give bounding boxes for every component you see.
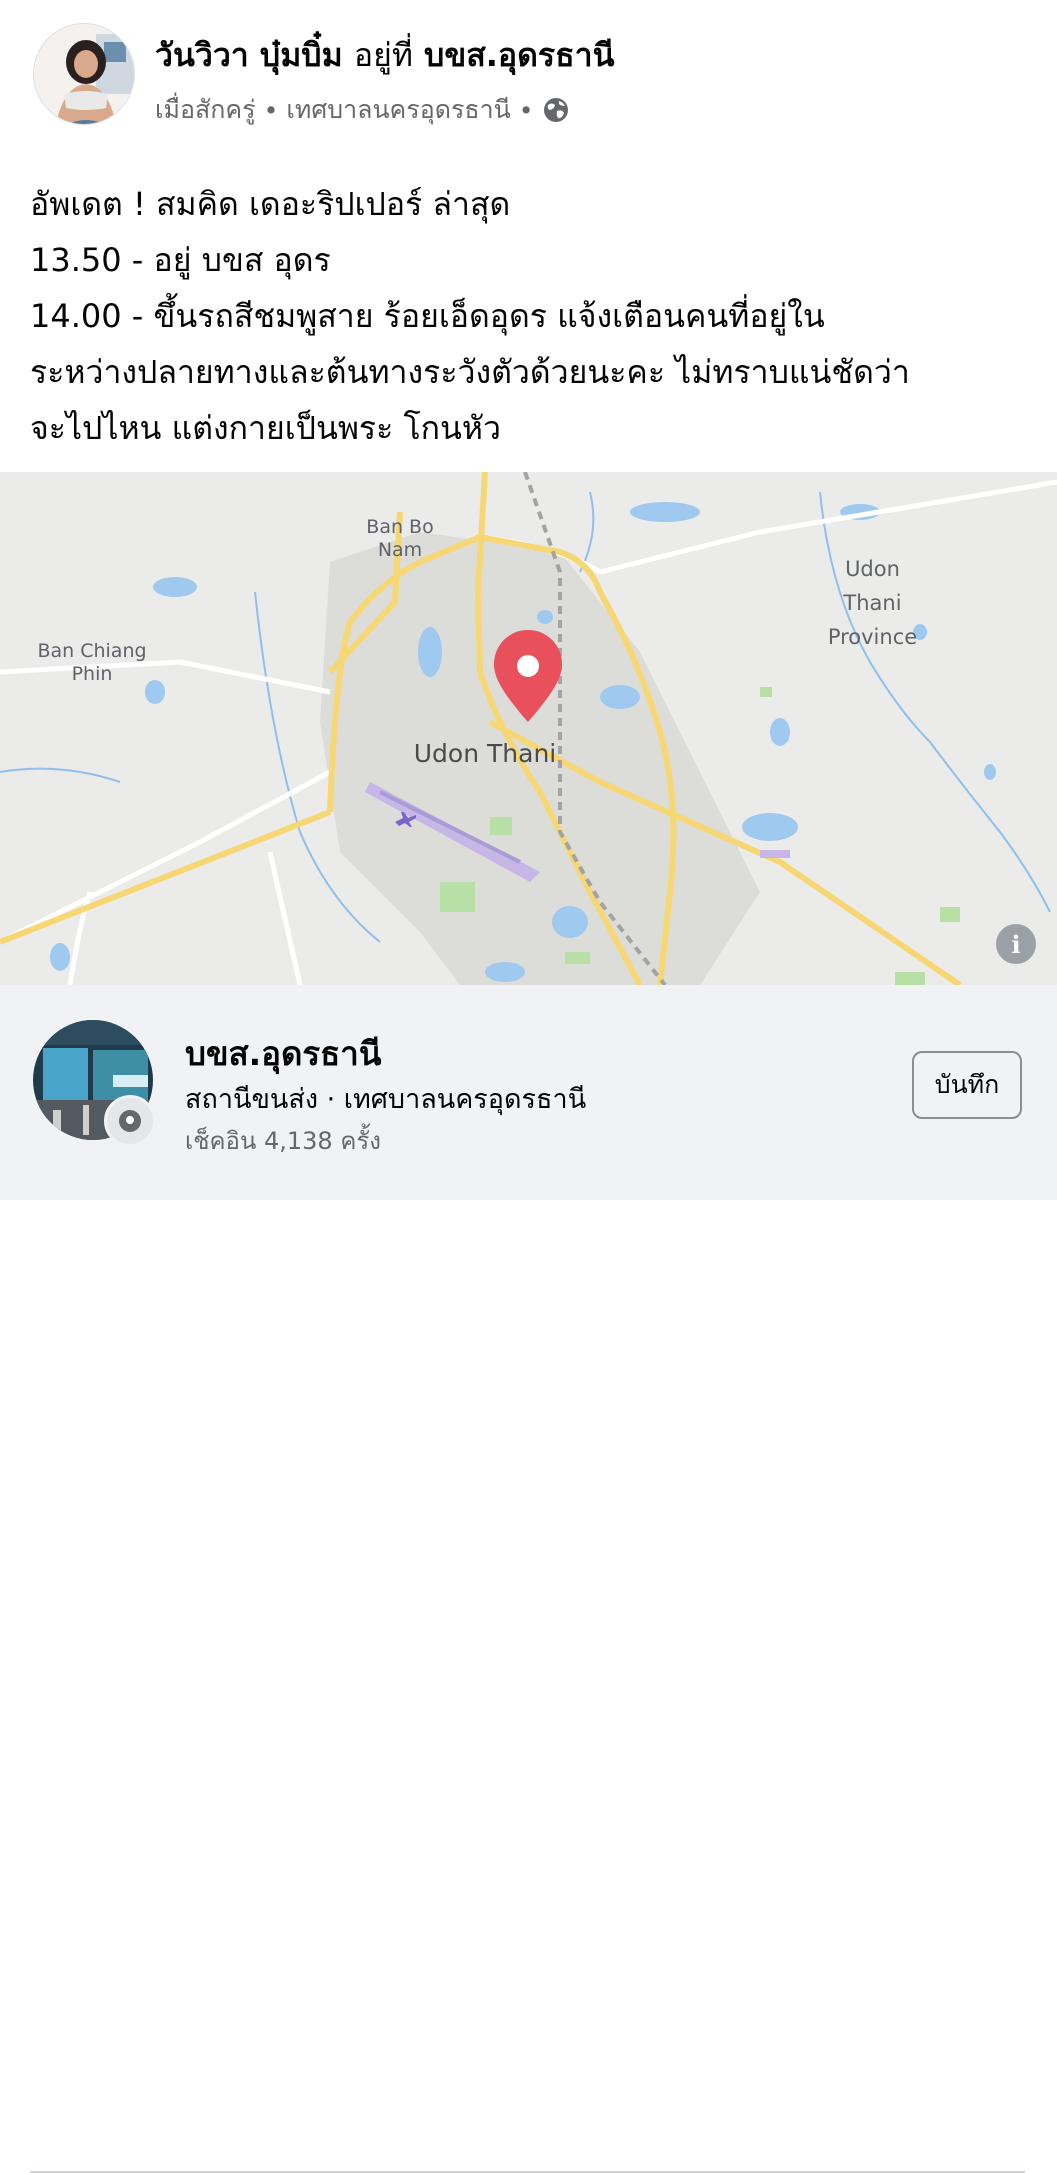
location-map[interactable]: Ban Bo Nam Ban Chiang Phin Udon Thani Udon… bbox=[0, 472, 1057, 985]
location-link[interactable]: บขส.อุดรธานี bbox=[424, 36, 614, 74]
post-header: วันวิวา บุ๋มบิ๋ม อยู่ที่ บขส.อุดรธานี เม… bbox=[0, 0, 1057, 150]
map-tiles bbox=[0, 472, 1057, 985]
post-place[interactable]: เทศบาลนครอุดรธานี bbox=[286, 90, 510, 130]
post-text-line: 13.50 - อยู่ บขส อุดร bbox=[30, 241, 331, 279]
post-time[interactable]: เมื่อสักครู่ bbox=[155, 90, 256, 130]
map-info-button[interactable]: i bbox=[996, 924, 1036, 964]
author-avatar[interactable] bbox=[33, 23, 135, 125]
map-label-ban-chiang-phin: Ban Chiang Phin bbox=[37, 640, 147, 685]
post-body: อัพเดต ! สมคิด เดอะริปเปอร์ ล่าสุด 13.50… bbox=[30, 176, 1040, 456]
location-prefix: อยู่ที่ bbox=[353, 36, 413, 74]
globe-icon[interactable] bbox=[542, 96, 570, 124]
place-checkins: เช็คอิน 4,138 ครั้ง bbox=[185, 1127, 381, 1155]
map-label-udon-thani: Udon Thani bbox=[413, 739, 557, 768]
place-name[interactable]: บขส.อุดรธานี bbox=[185, 1027, 381, 1080]
author-line: วันวิวา บุ๋มบิ๋ม อยู่ที่ บขส.อุดรธานี bbox=[155, 30, 614, 81]
post-text-line: ระหว่างปลายทางและต้นทางระวังตัวด้วยนะคะ … bbox=[30, 353, 910, 391]
place-category: สถานีขนส่ง · เทศบาลนครอุดรธานี bbox=[185, 1084, 587, 1115]
save-button[interactable]: บันทึก bbox=[912, 1051, 1022, 1119]
author-name[interactable]: วันวิวา บุ๋มบิ๋ม bbox=[155, 36, 343, 74]
meta-separator: • bbox=[518, 95, 534, 125]
map-label-ban-bo-nam: Ban Bo Nam bbox=[366, 516, 434, 561]
avatar-photo bbox=[34, 24, 134, 124]
post-meta: เมื่อสักครู่ • เทศบาลนครอุดรธานี • bbox=[155, 90, 570, 130]
map-label-province: Udon Thani Province bbox=[827, 557, 918, 649]
place-card[interactable]: บขส.อุดรธานี สถานีขนส่ง · เทศบาลนครอุดรธ… bbox=[0, 985, 1057, 2173]
place-badge-icon bbox=[104, 1095, 156, 1147]
post-text-line: 14.00 - ขึ้นรถสีชมพูสาย ร้อยเอ็ดอุดร แจ้… bbox=[30, 297, 825, 335]
meta-separator: • bbox=[263, 95, 279, 125]
post-text-line: จะไปไหน แต่งกายเป็นพระ โกนหัว bbox=[30, 409, 501, 447]
post-text-line: อัพเดต ! สมคิด เดอะริปเปอร์ ล่าสุด bbox=[30, 185, 511, 223]
